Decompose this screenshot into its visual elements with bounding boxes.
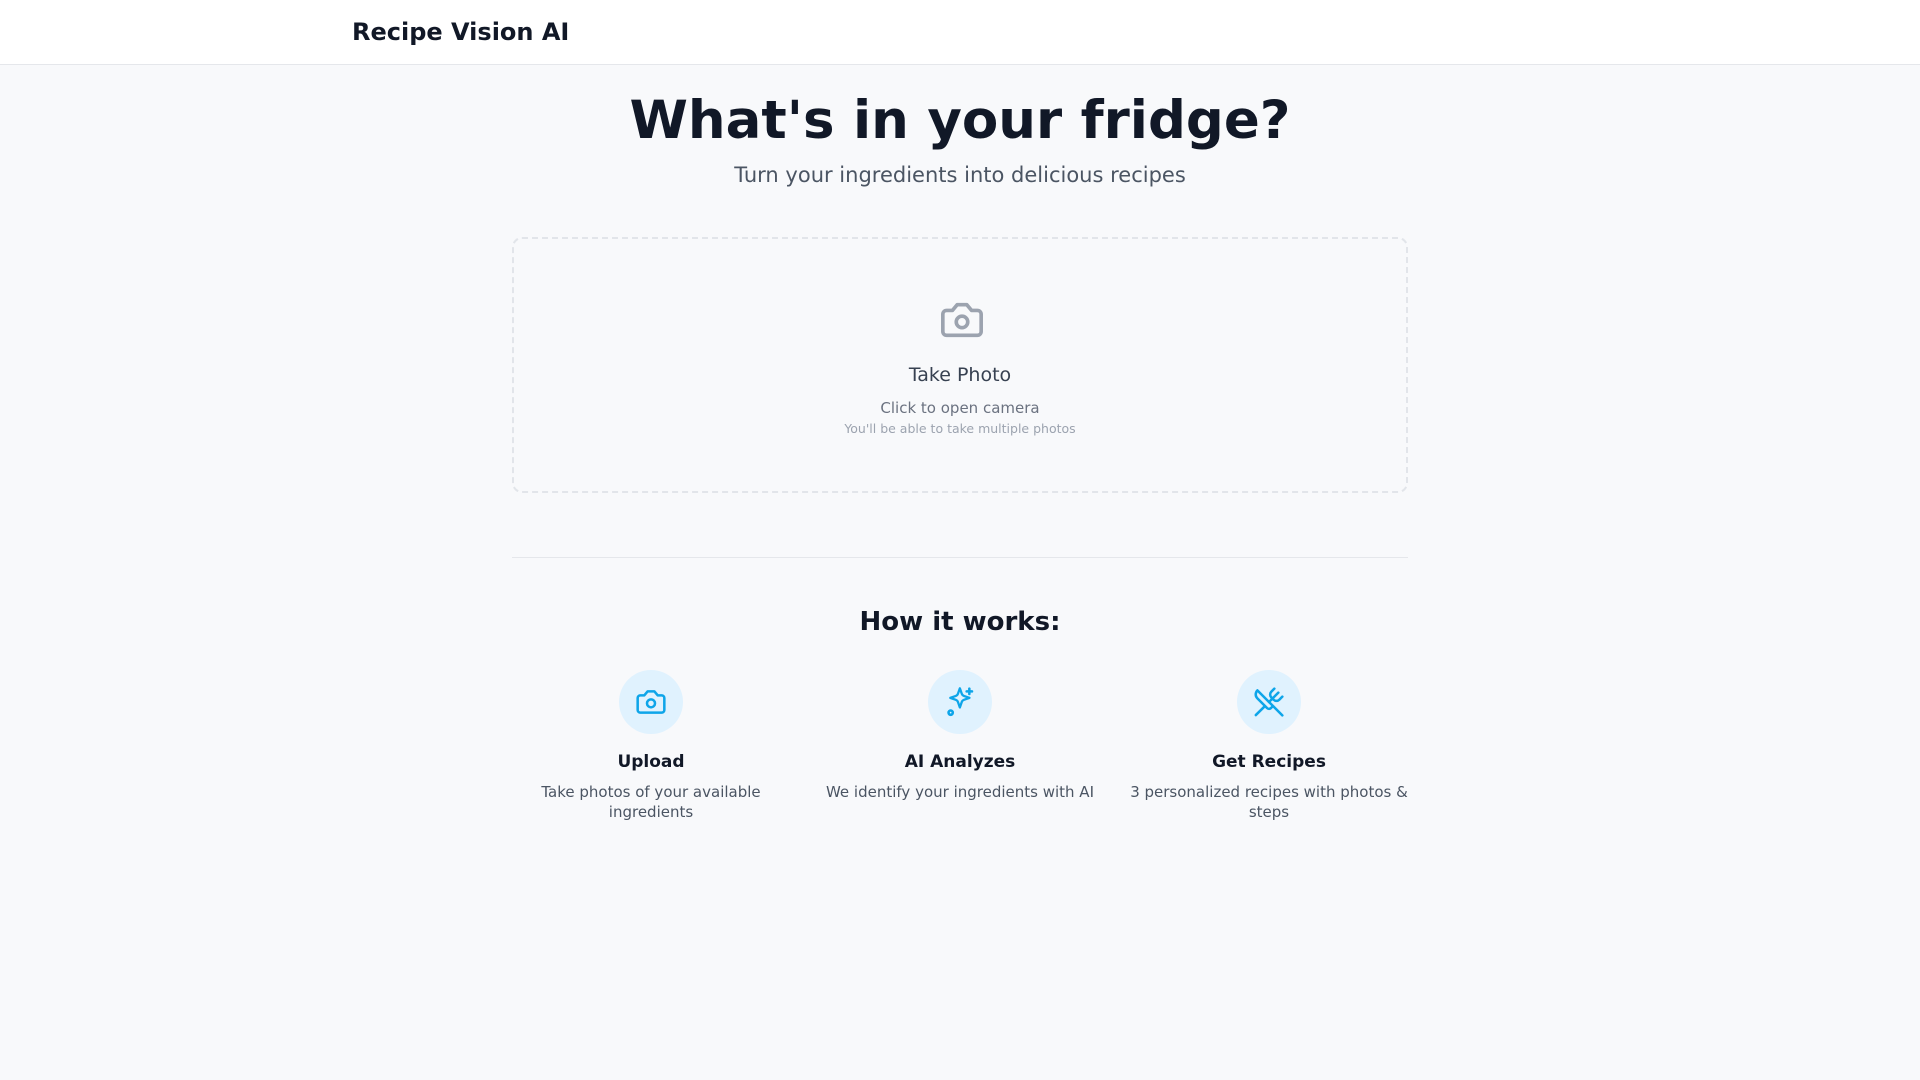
section-divider <box>512 557 1408 558</box>
multiple-photos-hint: You'll be able to take multiple photos <box>844 421 1076 436</box>
step-icon-badge <box>928 670 992 734</box>
take-photo-label: Take Photo <box>908 364 1012 386</box>
camera-icon <box>636 690 666 714</box>
app-title[interactable]: Recipe Vision AI <box>352 15 569 49</box>
step-title: Upload <box>617 752 685 772</box>
page-subtitle: Turn your ingredients into delicious rec… <box>734 163 1186 187</box>
step-description: Take photos of your available ingredient… <box>541 783 761 821</box>
step-title: AI Analyzes <box>904 752 1016 772</box>
open-camera-hint: Click to open camera <box>880 399 1040 417</box>
step-title: Get Recipes <box>1212 752 1326 772</box>
page-title: What's in your fridge? <box>629 90 1291 151</box>
sparkles-icon <box>947 687 974 717</box>
utensils-crossed-icon <box>1254 687 1284 717</box>
how-it-works-heading: How it works: <box>859 607 1061 637</box>
take-photo-dropzone[interactable]: Take Photo Click to open camera You'll b… <box>512 237 1408 493</box>
top-bar: Recipe Vision AI <box>0 0 1920 65</box>
step-description: 3 personalized recipes with photos & ste… <box>1130 783 1408 821</box>
camera-icon <box>938 297 986 343</box>
step-description: We identify your ingredients with AI <box>825 783 1094 801</box>
step-icon-badge <box>1237 670 1301 734</box>
step-icon-badge <box>619 670 683 734</box>
